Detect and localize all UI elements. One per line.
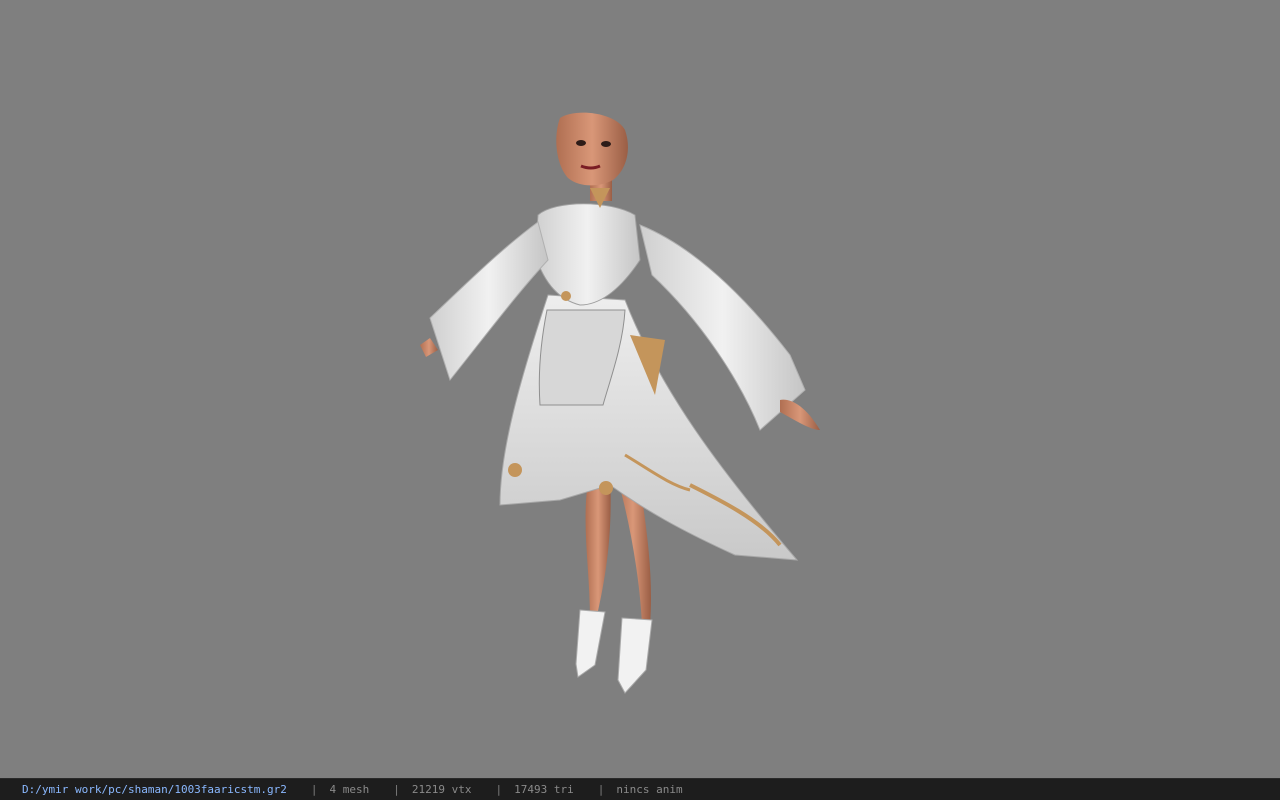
separator: |	[310, 783, 318, 796]
triangle-count: 17493 tri	[514, 783, 574, 796]
character-model	[420, 112, 820, 694]
head	[556, 112, 628, 186]
status-bar: D:/ymir work/pc/shaman/1003faaricstm.gr2…	[0, 778, 1280, 800]
torso	[534, 203, 641, 306]
vertex-count: 21219 vtx	[411, 783, 472, 796]
3d-viewport[interactable]	[0, 0, 1280, 778]
separator: |	[393, 783, 400, 796]
animation-status: nincs anim	[616, 783, 683, 796]
file-path: D:/ymir work/pc/shaman/1003faaricstm.gr2	[22, 783, 287, 796]
separator: |	[597, 783, 605, 796]
separator: |	[495, 783, 503, 796]
mesh-count: 4 mesh	[329, 783, 370, 796]
